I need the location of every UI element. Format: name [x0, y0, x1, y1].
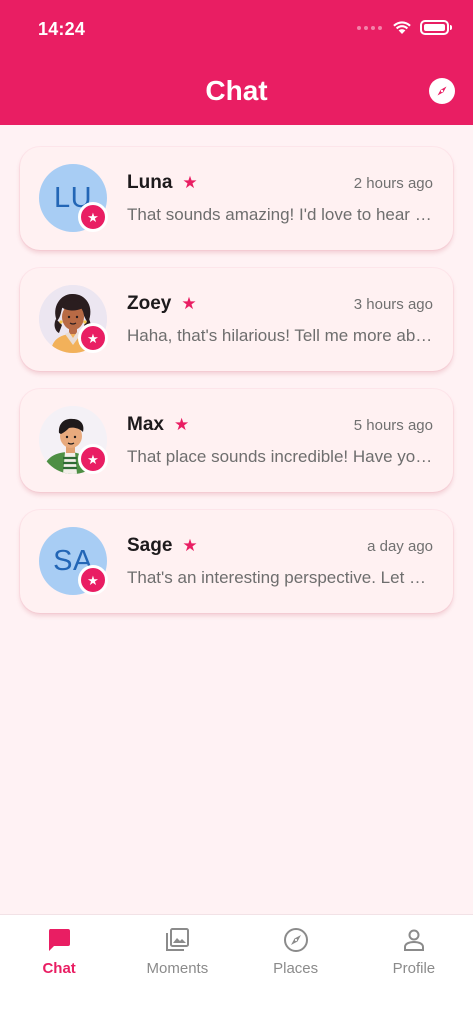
- app-header: 14:24 Chat: [0, 0, 473, 125]
- star-icon: ★: [173, 415, 190, 434]
- message-preview: That sounds amazing! I'd love to hear mo…: [127, 205, 434, 224]
- contact-name: Zoey: [127, 293, 172, 314]
- star-badge-icon: ★: [78, 444, 108, 474]
- contact-name: Luna: [127, 172, 173, 193]
- star-icon: ★: [181, 294, 197, 313]
- wifi-icon: [393, 21, 411, 34]
- contact-name-row: Max ★: [127, 414, 189, 436]
- bottom-navigation: Chat Moments Places Profile: [0, 914, 473, 1024]
- contact-name-row: Zoey ★: [127, 293, 197, 315]
- chat-item-sage[interactable]: SA ★ Sage ★ a day ago That's an interest…: [20, 510, 453, 613]
- battery-icon: [420, 20, 452, 35]
- message-preview: That place sounds incredible! Have you b…: [127, 447, 434, 466]
- chat-item-luna[interactable]: LU ★ Luna ★ 2 hours ago That sounds amaz…: [20, 147, 453, 250]
- photo-library-icon: [163, 926, 191, 954]
- star-badge-icon: ★: [78, 202, 108, 232]
- nav-item-moments[interactable]: Moments: [118, 915, 236, 1024]
- star-icon: ★: [182, 173, 198, 192]
- chat-item-zoey[interactable]: ★ Zoey ★ 3 hours ago Haha, that's hilari…: [20, 268, 453, 371]
- nav-label: Chat: [42, 960, 76, 977]
- status-time: 14:24: [38, 19, 86, 39]
- star-badge-icon: ★: [78, 323, 108, 353]
- chat-list: LU ★ Luna ★ 2 hours ago That sounds amaz…: [20, 147, 453, 631]
- chat-item-max[interactable]: ★ Max ★ 5 hours ago That place sounds in…: [20, 389, 453, 492]
- compass-icon: [437, 86, 447, 96]
- message-preview: That's an interesting perspective. Let m…: [127, 568, 434, 587]
- chat-bubble-icon: [45, 926, 73, 954]
- message-time: 5 hours ago: [353, 417, 433, 434]
- message-preview: Haha, that's hilarious! Tell me more abo…: [127, 326, 434, 345]
- contact-name-row: Sage ★: [127, 535, 198, 557]
- contact-name: Sage: [127, 535, 173, 556]
- nav-item-profile[interactable]: Profile: [355, 915, 473, 1024]
- nav-label: Profile: [392, 960, 436, 977]
- cellular-signal-icon: [357, 25, 382, 30]
- nav-item-chat[interactable]: Chat: [0, 915, 118, 1024]
- page-title: Chat: [205, 75, 268, 106]
- explore-button[interactable]: [429, 78, 455, 104]
- nav-label: Places: [273, 960, 319, 977]
- star-badge-icon: ★: [78, 565, 108, 595]
- nav-item-places[interactable]: Places: [237, 915, 355, 1024]
- message-time: 3 hours ago: [353, 296, 433, 313]
- chat-screen: 14:24 Chat LU ★ Luna ★ 2 hours ago That …: [0, 0, 473, 1024]
- contact-name-row: Luna ★: [127, 172, 198, 194]
- contact-name: Max: [127, 414, 164, 435]
- message-time: a day ago: [367, 538, 433, 555]
- message-time: 2 hours ago: [353, 175, 433, 192]
- status-icons: [357, 20, 452, 35]
- compass-icon: [282, 926, 310, 954]
- nav-label: Moments: [146, 960, 209, 977]
- star-icon: ★: [182, 536, 198, 555]
- person-icon: [400, 926, 428, 954]
